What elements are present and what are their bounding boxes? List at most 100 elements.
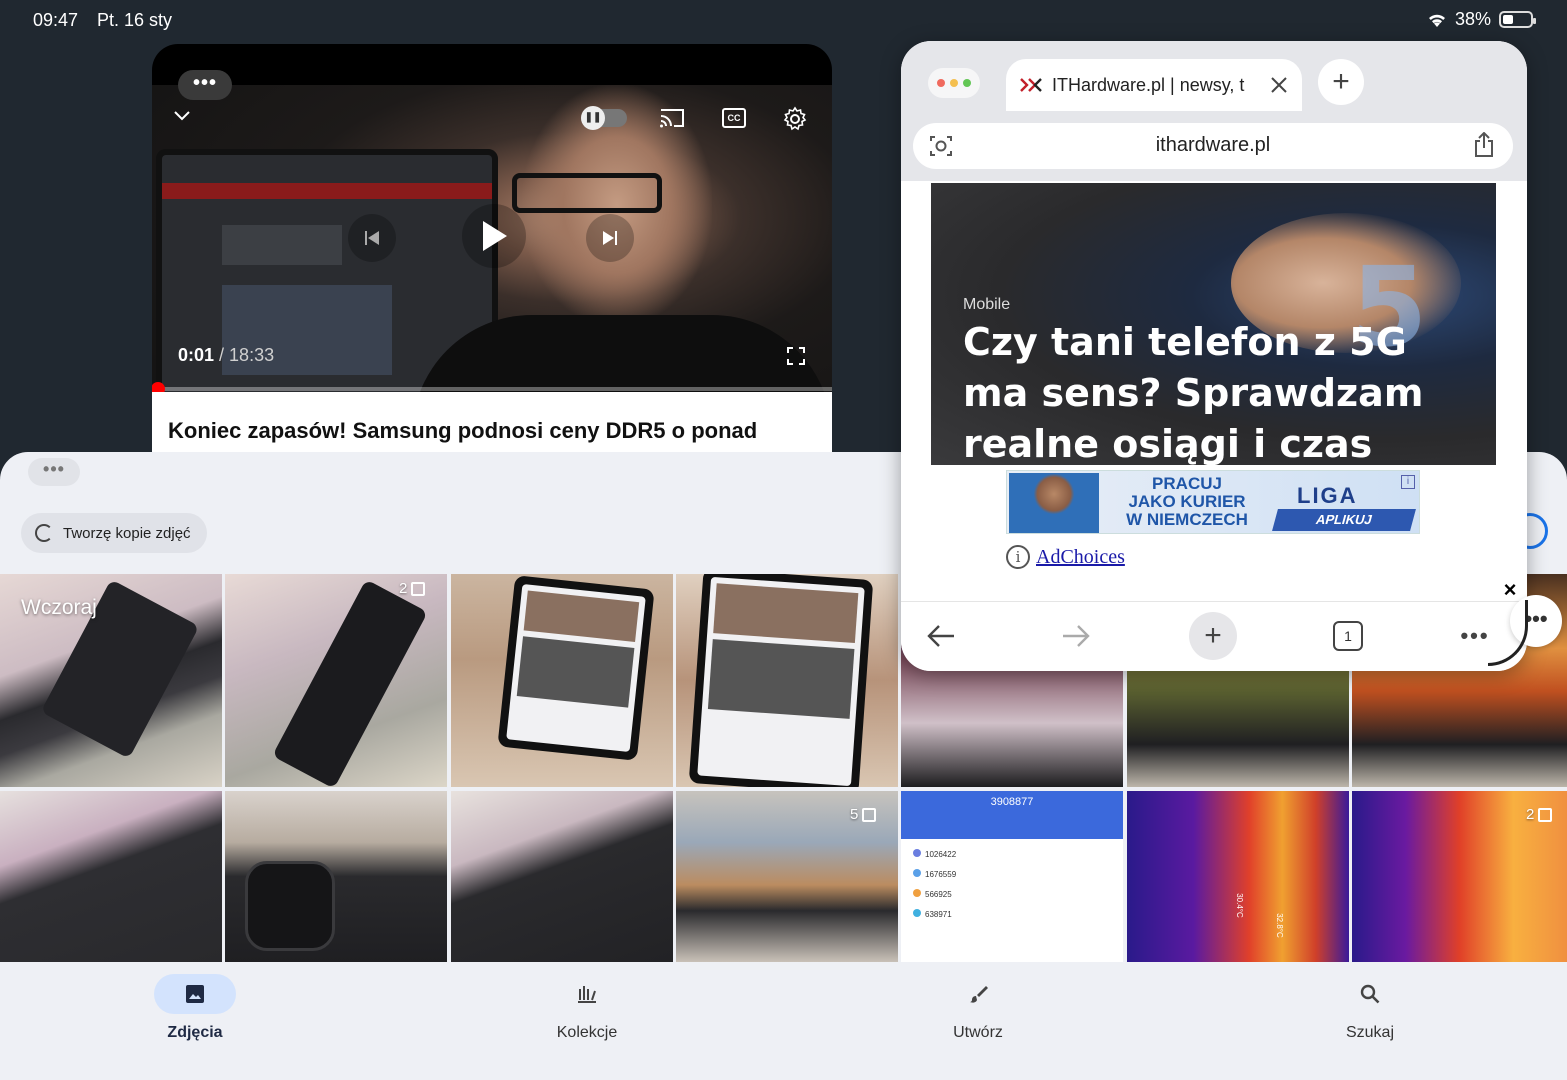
ad-headline: PRACUJ JAKO KURIER W NIEMCZECH bbox=[1126, 474, 1248, 529]
article-title[interactable]: Czy tani telefon z 5G ma sens? Sprawdzam… bbox=[963, 317, 1483, 465]
battery-percent: 38% bbox=[1454, 9, 1491, 29]
video-duration: / 18:33 bbox=[219, 345, 275, 365]
ad-info-icon[interactable]: i bbox=[1401, 475, 1415, 489]
progress-spinner-icon bbox=[35, 524, 53, 542]
browser-tab[interactable]: ITHardware.pl | newsy, t bbox=[1006, 59, 1302, 111]
status-time: 09:47 bbox=[33, 10, 79, 30]
photo-tablet-front bbox=[688, 574, 874, 787]
screenshot-row: 638971 bbox=[913, 905, 956, 925]
plus-icon: + bbox=[1332, 65, 1350, 98]
nav-item-zdjecia[interactable]: Zdjęcia bbox=[95, 962, 295, 1042]
pause-icon: ❚❚ bbox=[581, 106, 605, 130]
plus-icon: + bbox=[1204, 619, 1222, 652]
new-tab-button[interactable]: + bbox=[1318, 59, 1364, 105]
back-button[interactable] bbox=[917, 612, 965, 660]
ad-banner[interactable]: PRACUJ JAKO KURIER W NIEMCZECH LIGA APLI… bbox=[1006, 470, 1420, 534]
video-presenter-glasses bbox=[512, 173, 662, 213]
nav-label: Szukaj bbox=[1345, 1024, 1395, 1041]
battery-fill bbox=[1503, 15, 1513, 24]
thermal-label: 32.8°C bbox=[1274, 913, 1284, 938]
video-current-time: 0:01 bbox=[178, 345, 215, 365]
share-icon[interactable] bbox=[1472, 132, 1496, 158]
tab-count: 1 bbox=[1333, 621, 1363, 651]
previous-video-button[interactable] bbox=[348, 214, 396, 262]
arrow-left-icon bbox=[927, 625, 954, 647]
arrow-right-icon bbox=[1063, 625, 1090, 647]
photo-thumbnail[interactable] bbox=[676, 574, 898, 787]
ad-apply-button[interactable]: APLIKUJ bbox=[1272, 509, 1416, 531]
video-timestamp: 0:01 / 18:33 bbox=[178, 345, 274, 366]
url-text: ithardware.pl bbox=[1155, 134, 1271, 156]
window-controls[interactable] bbox=[928, 68, 980, 98]
chevron-down-icon[interactable] bbox=[170, 104, 194, 128]
brush-icon bbox=[970, 986, 988, 1003]
screenshot-row: 1026422 bbox=[913, 845, 956, 865]
stack-icon bbox=[862, 807, 877, 822]
nav-label: Utwórz bbox=[953, 1024, 1003, 1041]
ad-container: PRACUJ JAKO KURIER W NIEMCZECH LIGA APLI… bbox=[901, 465, 1527, 601]
nav-label: Zdjęcia bbox=[167, 1024, 223, 1041]
screenshot-row: 1676559 bbox=[913, 865, 956, 885]
skip-previous-icon bbox=[365, 231, 379, 245]
fullscreen-icon[interactable] bbox=[784, 344, 808, 368]
stack-badge: 5 bbox=[850, 806, 877, 823]
stack-badge: 2 bbox=[1526, 806, 1553, 823]
photo-thumbnail[interactable] bbox=[225, 574, 447, 787]
browser-toolbar: ITHardware.pl | newsy, t + ithardware.pl bbox=[901, 41, 1527, 181]
video-progress-bar[interactable] bbox=[152, 387, 832, 391]
status-bar: 09:47 Pt. 16 sty 38% bbox=[0, 0, 1567, 40]
close-tab-icon[interactable] bbox=[1270, 76, 1288, 94]
screenshot-row: 566925 bbox=[913, 885, 956, 905]
date-section-header: Wczoraj bbox=[21, 596, 97, 619]
close-dot[interactable] bbox=[937, 79, 945, 87]
nav-item-utworz[interactable]: Utwórz bbox=[878, 962, 1078, 1042]
adchoices[interactable]: i AdChoices bbox=[1006, 545, 1125, 569]
settings-gear-icon[interactable] bbox=[780, 104, 810, 134]
thermal-label: 30.4°C bbox=[1234, 893, 1244, 918]
captions-icon[interactable]: CC bbox=[720, 106, 748, 130]
browser-bottom-toolbar: + 1 ••• bbox=[901, 601, 1527, 671]
nav-icon-wrap bbox=[1329, 974, 1411, 1014]
next-video-button[interactable] bbox=[586, 214, 634, 262]
photo-thumbnail[interactable]: 3908877 1026422 1676559 566925 638971 bbox=[901, 791, 1123, 962]
play-icon bbox=[483, 221, 507, 251]
video-title[interactable]: Koniec zapasów! Samsung podnosi ceny DDR… bbox=[168, 418, 757, 444]
photo-tablet-side bbox=[272, 579, 428, 787]
nav-active-indicator bbox=[154, 974, 236, 1014]
cast-icon[interactable] bbox=[656, 104, 688, 132]
forward-button[interactable] bbox=[1052, 612, 1100, 660]
backup-status-chip[interactable]: Tworzę kopie zdjęć bbox=[21, 513, 207, 553]
address-bar[interactable]: ithardware.pl bbox=[913, 123, 1513, 169]
photo-thumbnail[interactable] bbox=[451, 791, 673, 962]
nav-item-szukaj[interactable]: Szukaj bbox=[1270, 962, 1470, 1042]
youtube-window[interactable]: ••• ❚❚ CC 0:01 / 18:33 Koniec zapasów! S… bbox=[152, 44, 832, 464]
photo-tablet-front bbox=[497, 575, 655, 761]
minimize-dot[interactable] bbox=[950, 79, 958, 87]
play-button[interactable] bbox=[462, 204, 526, 268]
window-menu-button[interactable]: ••• bbox=[178, 70, 232, 100]
photo-camera-module bbox=[245, 861, 335, 951]
article-category[interactable]: Mobile bbox=[963, 296, 1010, 314]
ad-person-image bbox=[1009, 473, 1099, 533]
photo-thumbnail[interactable] bbox=[225, 791, 447, 962]
skip-next-icon bbox=[603, 231, 617, 245]
autoplay-toggle[interactable]: ❚❚ bbox=[580, 106, 628, 130]
photo-thumbnail[interactable] bbox=[0, 791, 222, 962]
tab-title: ITHardware.pl | newsy, t bbox=[1052, 74, 1245, 95]
article-hero[interactable]: 5 Mobile Czy tani telefon z 5G ma sens? … bbox=[931, 183, 1496, 465]
nav-label: Kolekcje bbox=[556, 1024, 618, 1041]
expand-dot[interactable] bbox=[963, 79, 971, 87]
nav-icon-wrap bbox=[546, 974, 628, 1014]
photo-thumbnail[interactable]: 30.4°C 32.8°C bbox=[1127, 791, 1349, 962]
photo-icon bbox=[186, 985, 204, 1003]
window-menu-button[interactable]: ••• bbox=[28, 458, 80, 486]
adchoices-link[interactable]: AdChoices bbox=[1036, 546, 1125, 569]
browser-window[interactable]: ITHardware.pl | newsy, t + ithardware.pl… bbox=[901, 41, 1527, 671]
new-tab-button[interactable]: + bbox=[1189, 612, 1237, 660]
collections-icon bbox=[578, 986, 596, 1003]
nav-item-kolekcje[interactable]: Kolekcje bbox=[487, 962, 687, 1042]
photo-thumbnail[interactable] bbox=[451, 574, 673, 787]
page-content[interactable]: 5 Mobile Czy tani telefon z 5G ma sens? … bbox=[901, 181, 1527, 606]
tab-switcher-button[interactable]: 1 bbox=[1324, 612, 1372, 660]
nav-icon-wrap bbox=[937, 974, 1019, 1014]
